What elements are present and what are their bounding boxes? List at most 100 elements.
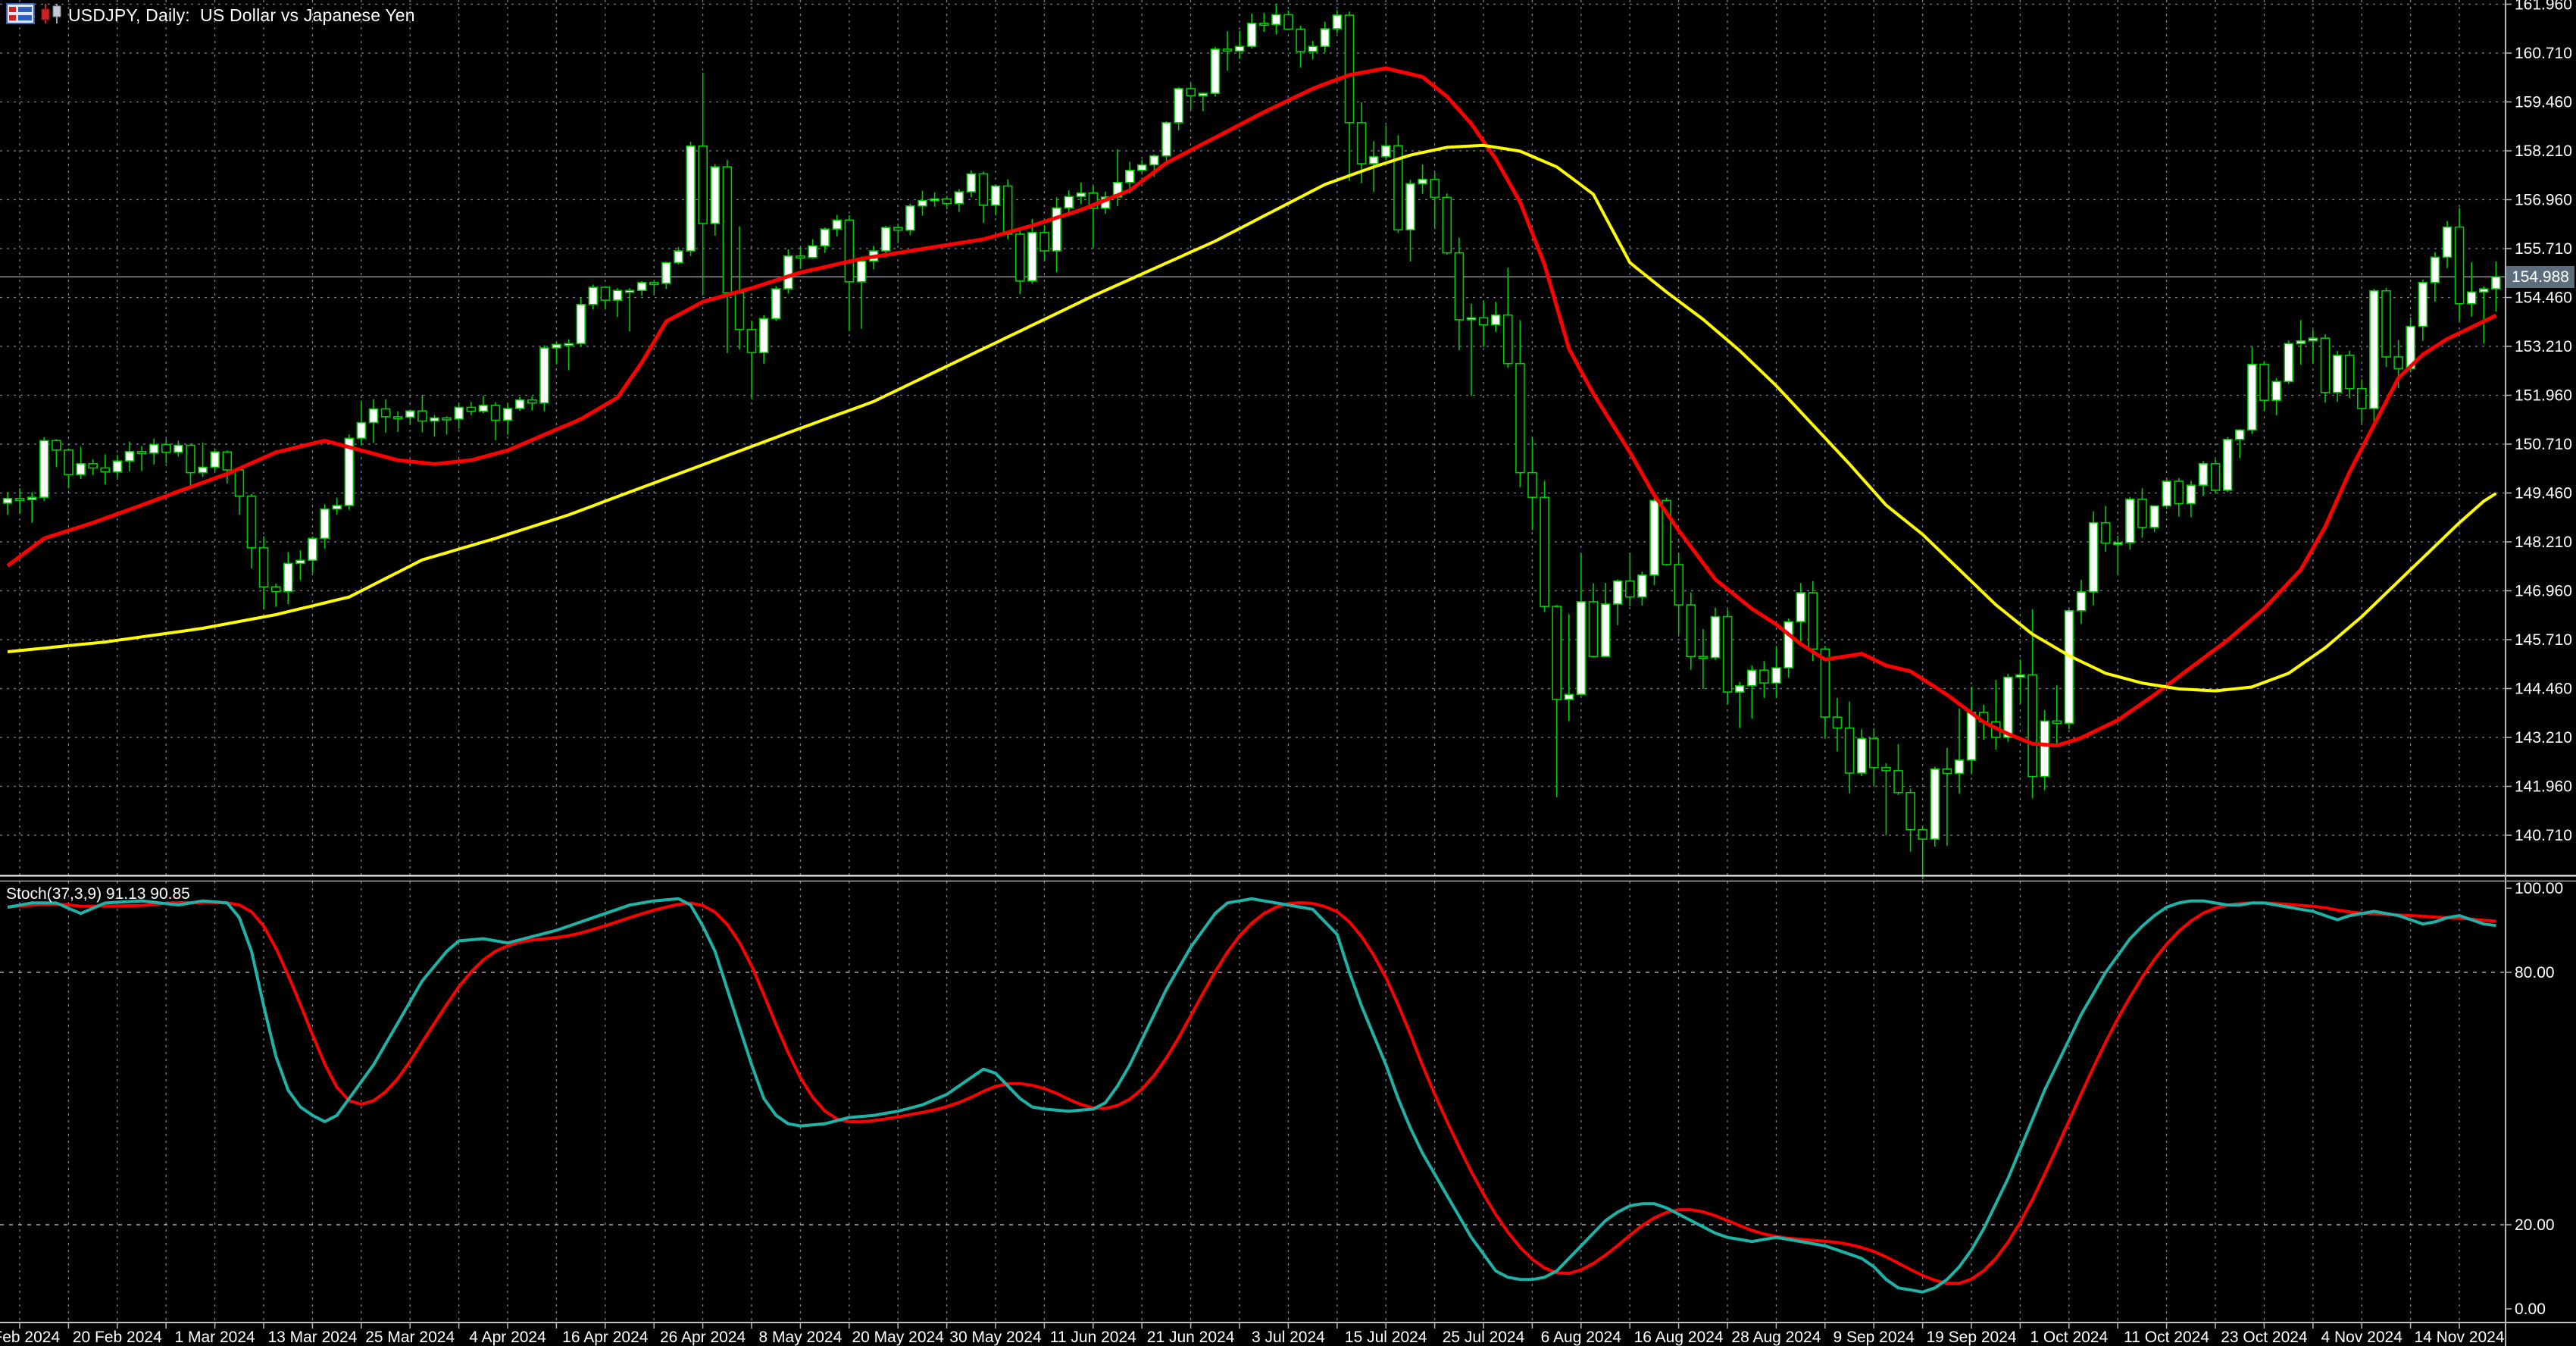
candle-body <box>686 146 695 251</box>
candle-body <box>2212 464 2220 490</box>
candle-body <box>1272 14 1280 24</box>
date-label: 19 Sep 2024 <box>1926 1329 2016 1346</box>
candle-body <box>2102 523 2110 543</box>
candle-body <box>2016 675 2024 677</box>
date-label: 13 Mar 2024 <box>267 1329 357 1346</box>
candle-body <box>1150 156 1158 165</box>
candle-body <box>540 348 549 403</box>
candle-body <box>1906 793 1915 830</box>
candle-body <box>2199 464 2208 485</box>
candle-body <box>186 446 195 473</box>
candles-chart-icon[interactable] <box>39 3 65 24</box>
candle-body <box>174 446 183 452</box>
candle-body <box>772 289 780 318</box>
candle-body <box>1968 712 1976 760</box>
candle-body <box>442 418 451 420</box>
price-label: 141.960 <box>2515 778 2572 796</box>
candle-body <box>1028 233 1036 281</box>
candle-body <box>1480 318 1488 324</box>
date-label: 8 Feb 2024 <box>0 1329 60 1346</box>
candle-body <box>260 548 268 587</box>
candle-body <box>296 560 305 563</box>
candle-body <box>2248 365 2256 430</box>
stoch-axis-label: 0.00 <box>2515 1301 2546 1318</box>
candlesticks-layer[interactable] <box>4 5 2500 879</box>
candle-body <box>1516 364 1524 473</box>
candle-body <box>1834 717 1842 728</box>
candle-body <box>1260 23 1268 26</box>
candle-body <box>821 229 829 246</box>
date-label: 25 Jul 2024 <box>1443 1329 1525 1346</box>
candle-body <box>2296 341 2305 344</box>
candle-body <box>943 199 951 203</box>
stoch-signal-line <box>8 903 2496 1284</box>
candle-body <box>1809 593 1817 649</box>
candle-body <box>1626 581 1634 597</box>
candle-body <box>1712 617 1720 658</box>
candle-body <box>1236 46 1244 51</box>
candle-body <box>162 445 170 452</box>
candle-body <box>89 464 97 468</box>
stoch-axis-label: 100.00 <box>2515 880 2563 897</box>
candle-body <box>370 409 378 423</box>
candle-body <box>2077 592 2086 611</box>
candle-body <box>64 450 73 475</box>
price-label: 140.710 <box>2515 827 2572 844</box>
price-label: 153.210 <box>2515 338 2572 355</box>
price-chart-canvas[interactable]: 161.960160.710159.460158.210156.960155.7… <box>0 0 2576 1346</box>
candle-body <box>906 206 914 230</box>
candle-body <box>2370 291 2378 408</box>
candle-body <box>479 405 487 412</box>
candle-body <box>992 186 1000 205</box>
time-axis-labels[interactable]: 8 Feb 202420 Feb 20241 Mar 202413 Mar 20… <box>0 1323 2505 1346</box>
candle-body <box>1772 668 1780 683</box>
candle-body <box>1162 123 1171 156</box>
candle-body <box>2443 227 2452 258</box>
candle-body <box>1064 196 1073 208</box>
date-label: 1 Mar 2024 <box>174 1329 255 1346</box>
date-label: 6 Aug 2024 <box>1541 1329 1622 1346</box>
price-label: 161.960 <box>2515 0 2572 14</box>
candle-body <box>2309 338 2317 341</box>
price-label: 146.960 <box>2515 583 2572 600</box>
candle-body <box>77 464 85 474</box>
candle-body <box>1284 14 1293 29</box>
candle-body <box>2138 499 2146 527</box>
date-label: 28 Aug 2024 <box>1731 1329 1821 1346</box>
price-label: 158.210 <box>2515 142 2572 160</box>
candle-body <box>1943 769 1951 774</box>
candle-body <box>601 287 609 300</box>
candle-body <box>504 408 512 420</box>
market-watch-icon[interactable] <box>6 3 35 24</box>
candle-body <box>223 452 231 470</box>
candle-body <box>967 174 975 192</box>
candle-body <box>1724 617 1732 693</box>
candle-body <box>1528 473 1537 498</box>
date-label: 8 May 2024 <box>759 1329 843 1346</box>
candle-body <box>1504 315 1512 364</box>
candle-body <box>248 496 256 548</box>
candle-body <box>235 470 243 496</box>
candle-body <box>2418 283 2427 327</box>
candle-body <box>28 497 36 499</box>
candle-body <box>638 283 646 290</box>
candle-body <box>1590 602 1598 656</box>
candle-body <box>2382 291 2390 357</box>
date-label: 21 Jun 2024 <box>1147 1329 1235 1346</box>
candle-body <box>2468 292 2476 303</box>
candle-body <box>930 199 939 201</box>
candle-body <box>2126 499 2134 543</box>
candle-body <box>1321 29 1329 46</box>
price-label: 143.210 <box>2515 729 2572 747</box>
candle-body <box>2456 227 2464 304</box>
date-label: 30 May 2024 <box>949 1329 1042 1346</box>
candle-body <box>723 167 731 293</box>
candle-body <box>589 287 597 305</box>
candle-body <box>2492 277 2500 289</box>
stoch-indicator-label: Stoch(37,3,9) 91.13 90.85 <box>6 885 190 903</box>
candle-body <box>1248 23 1256 46</box>
ma-fast-red-line <box>8 68 2496 746</box>
date-label: 14 Nov 2024 <box>2414 1329 2504 1346</box>
date-label: 3 Jul 2024 <box>1252 1329 1325 1346</box>
price-label: 149.460 <box>2515 485 2572 502</box>
